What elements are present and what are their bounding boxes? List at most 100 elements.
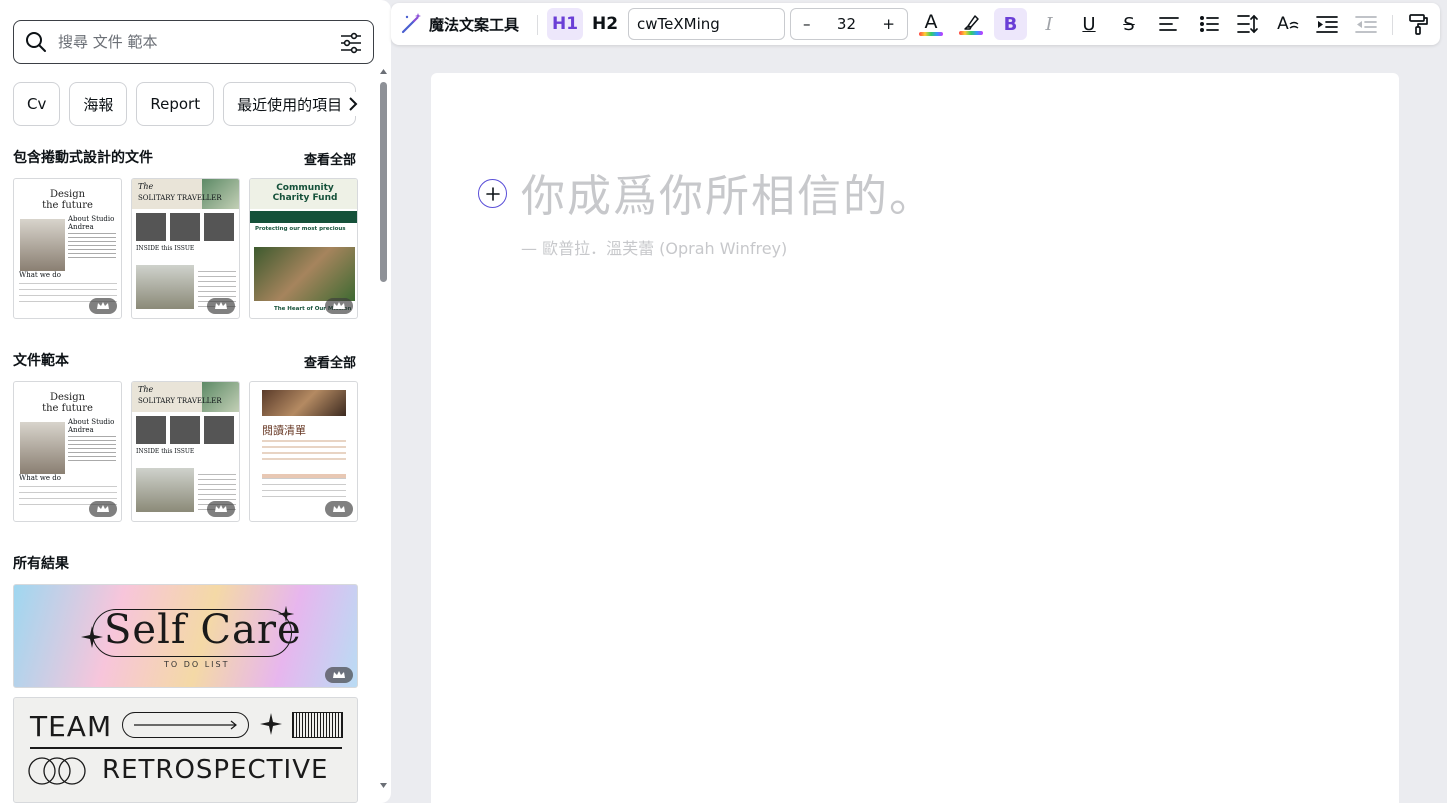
template-heading: Design the future — [42, 189, 93, 211]
template-solitary-traveller[interactable]: The SOLITARY TRAVELLER INSIDE this ISSUE — [131, 178, 240, 319]
template-what: What we do — [19, 271, 61, 279]
indent-increase-button[interactable] — [1311, 8, 1343, 40]
template-inside: INSIDE this ISSUE — [136, 448, 195, 455]
strikethrough-label: S — [1123, 13, 1135, 35]
magic-write-label: 魔法文案工具 — [429, 15, 520, 34]
see-all-link-doc-templates[interactable]: 查看全部 — [304, 352, 356, 371]
crown-icon — [325, 298, 353, 314]
font-size-stepper[interactable]: – 32 + — [790, 8, 908, 40]
heading1-label: H1 — [551, 14, 579, 34]
scroll-down-icon[interactable] — [379, 782, 388, 789]
heading-placeholder[interactable]: 你成爲你所相信的。 — [521, 160, 935, 224]
add-block-button[interactable] — [478, 179, 507, 208]
search-icon — [14, 31, 58, 53]
strikethrough-button[interactable]: S — [1113, 8, 1145, 40]
magic-write-button[interactable]: 魔法文案工具 — [399, 8, 527, 40]
chip-report[interactable]: Report — [136, 82, 215, 126]
template-team-retrospective[interactable]: TEAM RETROSPECTIVE — [13, 697, 358, 803]
bold-button[interactable]: B — [994, 8, 1027, 40]
template-self-care[interactable]: Self Care TO DO LIST — [13, 584, 358, 688]
chip-cv[interactable]: Cv — [13, 82, 61, 126]
highlighter-icon — [964, 15, 979, 30]
banner-line2: RETROSPECTIVE — [102, 755, 329, 785]
underline-button[interactable]: U — [1073, 8, 1105, 40]
scroll-thumb[interactable] — [380, 82, 387, 282]
magic-pen-icon — [401, 13, 421, 34]
template-heading: Design the future — [42, 392, 93, 414]
heading2-label: H2 — [591, 14, 619, 34]
crown-icon — [325, 501, 353, 517]
chevron-right-icon[interactable] — [341, 92, 365, 116]
toolbar-divider — [1392, 15, 1393, 35]
plus-icon — [485, 186, 500, 201]
scroll-up-icon[interactable] — [379, 68, 388, 75]
section-title-all-results: 所有結果 — [13, 556, 69, 572]
template-books-image — [262, 390, 346, 416]
template-design-the-future[interactable]: Design the future About Studio Andrea Wha… — [13, 178, 122, 319]
template-community-charity-fund[interactable]: Community Charity Fund Protecting our mo… — [249, 178, 358, 319]
text-color-button[interactable]: A — [915, 8, 947, 40]
filter-icon[interactable] — [339, 31, 363, 59]
text-toolbar: 魔法文案工具 H1 H2 cwTeXMing – 32 + A B I U S … — [391, 3, 1440, 45]
line-spacing-icon — [1237, 14, 1258, 34]
left-panel: Cv 海報 Report 最近使用的項目 包含捲動式設計的文件 查看全部 Des… — [0, 0, 391, 803]
paint-format-button[interactable] — [1402, 8, 1434, 40]
heading1-button[interactable]: H1 — [547, 8, 583, 40]
crown-icon — [207, 501, 235, 517]
crown-icon — [325, 667, 353, 683]
banner-line1: TEAM — [30, 710, 113, 743]
template-beach-image — [136, 468, 194, 512]
template-reading-list[interactable]: 閱讀清單 — [249, 381, 358, 522]
template-solitary-traveller-2[interactable]: The SOLITARY TRAVELLER INSIDE this ISSUE — [131, 381, 240, 522]
font-family-value: cwTeXMing — [637, 15, 720, 33]
banner-divider — [30, 747, 342, 749]
bullet-list-icon — [1200, 16, 1219, 32]
chip-poster[interactable]: 海報 — [69, 82, 128, 126]
sparkle-icon — [277, 605, 295, 623]
search-input[interactable] — [58, 33, 328, 51]
banner-barcode — [292, 712, 343, 738]
font-family-dropdown[interactable]: cwTeXMing — [628, 8, 785, 40]
template-inside: INSIDE this ISSUE — [136, 245, 195, 252]
italic-label: I — [1045, 13, 1053, 35]
sparkle-icon — [81, 626, 103, 648]
see-all-link-scroll-docs[interactable]: 查看全部 — [304, 149, 356, 168]
chip-recent[interactable]: 最近使用的項目 — [223, 82, 357, 126]
template-title: Community Charity Fund — [272, 183, 338, 203]
panel-scrollbar[interactable] — [378, 68, 388, 796]
effects-lines-icon — [1289, 21, 1299, 29]
template-photo — [20, 219, 65, 271]
line-spacing-button[interactable] — [1232, 8, 1264, 40]
align-left-button[interactable] — [1153, 8, 1185, 40]
template-people-image — [254, 247, 355, 301]
indent-decrease-button[interactable] — [1350, 8, 1382, 40]
template-text-lines — [68, 233, 116, 261]
template-table-head — [136, 213, 237, 241]
text-effects-button[interactable]: A — [1272, 8, 1304, 40]
template-photo — [20, 422, 65, 474]
italic-button[interactable]: I — [1033, 8, 1065, 40]
template-text-lines — [262, 440, 346, 460]
banner-subtitle: TO DO LIST — [164, 660, 230, 669]
bullet-list-button[interactable] — [1193, 8, 1225, 40]
font-size-value[interactable]: 32 — [837, 15, 856, 33]
template-table-head — [136, 416, 237, 444]
heading2-button[interactable]: H2 — [587, 8, 623, 40]
toolbar-divider — [537, 15, 538, 35]
banner-title: Self Care — [104, 607, 302, 653]
template-design-the-future-2[interactable]: Design the future About Studio Andrea Wha… — [13, 381, 122, 522]
indent-increase-icon — [1316, 16, 1338, 33]
template-title: 閱讀清單 — [262, 424, 306, 437]
template-the: The — [138, 182, 154, 191]
paint-roller-icon — [1409, 14, 1428, 35]
rainbow-bar — [919, 31, 943, 36]
sparkle-icon — [260, 713, 282, 735]
quote-attribution[interactable]: — 歐普拉．溫芙蕾 (Oprah Winfrey) — [521, 235, 787, 259]
font-size-decrease-button[interactable]: – — [803, 15, 811, 33]
template-what: What we do — [19, 474, 61, 482]
highlight-color-button[interactable] — [955, 8, 987, 40]
font-size-increase-button[interactable]: + — [882, 15, 895, 33]
template-about: About Studio Andrea — [68, 418, 115, 434]
template-beach-image — [136, 265, 194, 309]
search-box[interactable] — [13, 20, 374, 64]
